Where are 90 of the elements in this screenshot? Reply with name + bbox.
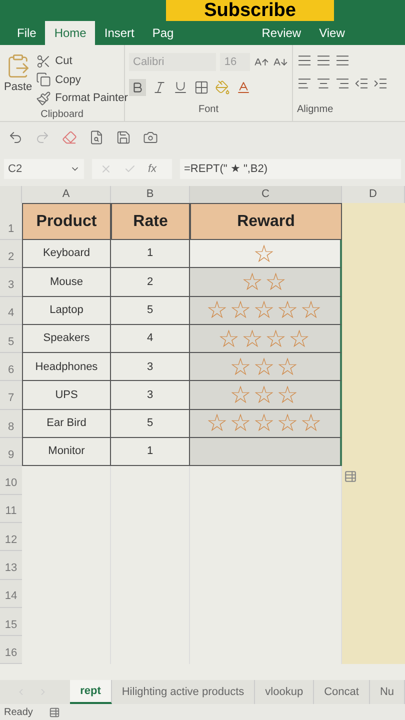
bold-icon bbox=[131, 81, 144, 94]
group-label: Font bbox=[197, 103, 220, 117]
table-cell: Mouse bbox=[22, 268, 111, 297]
row-header[interactable]: 1 bbox=[0, 203, 22, 240]
align-right-icon[interactable] bbox=[335, 76, 350, 91]
copy-button[interactable]: Copy bbox=[55, 72, 81, 88]
sheet-tab[interactable]: Nu bbox=[370, 680, 405, 704]
scissors-icon[interactable] bbox=[36, 54, 52, 69]
header-cell: Product bbox=[22, 203, 111, 240]
row-header[interactable]: 14 bbox=[0, 580, 22, 608]
header-cell: Reward bbox=[190, 203, 342, 240]
header-cell: Rate bbox=[111, 203, 190, 240]
group-label: Alignme bbox=[297, 103, 334, 117]
reward-cell: ☆☆☆☆ bbox=[190, 324, 342, 354]
column-header[interactable]: B bbox=[111, 186, 190, 203]
align-middle-icon[interactable] bbox=[316, 53, 331, 68]
undo-icon[interactable] bbox=[8, 130, 23, 144]
row-header[interactable]: 13 bbox=[0, 551, 22, 580]
sheet-tab[interactable]: Concat bbox=[314, 680, 370, 704]
outdent-icon[interactable] bbox=[354, 76, 369, 91]
table-cell: Monitor bbox=[22, 438, 111, 466]
ribbon-tab[interactable]: File bbox=[8, 21, 46, 45]
reward-cell: ☆☆☆ bbox=[190, 381, 342, 410]
row-header[interactable]: 7 bbox=[0, 381, 22, 410]
sheet-tab[interactable]: vlookup bbox=[255, 680, 314, 704]
macro-icon[interactable] bbox=[48, 706, 60, 718]
row-header[interactable]: 16 bbox=[0, 636, 22, 664]
reward-cell: ☆☆☆ bbox=[190, 353, 342, 382]
column-header[interactable]: A bbox=[22, 186, 111, 203]
table-cell: Keyboard bbox=[22, 240, 111, 268]
underline-icon[interactable] bbox=[173, 80, 188, 95]
reward-cell: ☆☆☆☆☆ bbox=[190, 410, 342, 438]
font-name-field[interactable]: Calibri bbox=[129, 53, 216, 71]
sheet-tab[interactable]: rept bbox=[70, 680, 112, 704]
cut-button[interactable]: Cut bbox=[55, 53, 72, 70]
save-icon[interactable] bbox=[116, 130, 131, 144]
subscribe-banner[interactable]: Subscribe bbox=[166, 0, 334, 21]
table-cell: Laptop bbox=[22, 296, 111, 325]
shaded-cell bbox=[342, 636, 405, 664]
fill-color-icon[interactable] bbox=[215, 80, 230, 95]
sheet-tab[interactable]: Hilighting active products bbox=[112, 680, 256, 704]
align-left-icon[interactable] bbox=[297, 76, 312, 91]
font-size-field[interactable]: 16 bbox=[220, 53, 250, 71]
row-header[interactable]: 10 bbox=[0, 466, 22, 495]
table-cell: Speakers bbox=[22, 324, 111, 354]
italic-icon[interactable] bbox=[152, 80, 167, 95]
row-header[interactable]: 9 bbox=[0, 438, 22, 466]
shaded-cell bbox=[342, 203, 405, 240]
ribbon-tab[interactable]: Pag bbox=[143, 21, 183, 45]
column-header[interactable]: D bbox=[342, 186, 405, 203]
row-header[interactable]: 11 bbox=[0, 494, 22, 523]
paintbrush-icon[interactable] bbox=[36, 90, 52, 106]
column-header[interactable]: C bbox=[190, 186, 342, 203]
eraser-icon[interactable] bbox=[62, 130, 77, 144]
row-header[interactable]: 3 bbox=[0, 268, 22, 297]
reward-cell: ☆☆ bbox=[190, 268, 342, 297]
row-header[interactable]: 5 bbox=[0, 324, 22, 354]
ribbon-tab[interactable]: Home bbox=[45, 21, 96, 45]
formula-field[interactable]: =REPT(" ★ ",B2) bbox=[180, 159, 401, 179]
row-header[interactable]: 12 bbox=[0, 522, 22, 552]
indent-icon[interactable] bbox=[373, 76, 388, 91]
row-header[interactable]: 4 bbox=[0, 296, 22, 325]
function-button[interactable]: fx bbox=[148, 160, 157, 178]
align-center-icon[interactable] bbox=[316, 76, 331, 91]
table-cell: Headphones bbox=[22, 353, 111, 382]
ribbon-tab[interactable]: View bbox=[310, 21, 354, 45]
ribbon-tab[interactable]: Insert bbox=[95, 21, 144, 45]
borders-icon[interactable] bbox=[194, 80, 209, 95]
ribbon-tab[interactable]: Review bbox=[252, 21, 310, 45]
align-top-icon[interactable] bbox=[297, 53, 312, 68]
status-text: Ready bbox=[4, 706, 33, 720]
bold-button[interactable] bbox=[129, 79, 146, 96]
paste-button[interactable]: Paste bbox=[4, 79, 32, 96]
reward-cell: ☆☆☆☆☆ bbox=[190, 296, 342, 325]
copy-icon[interactable] bbox=[36, 72, 52, 88]
reward-cell: ☆ bbox=[190, 240, 342, 268]
row-header[interactable]: 2 bbox=[0, 240, 22, 268]
format-painter-button[interactable]: Format Painter bbox=[55, 90, 128, 106]
row-header[interactable]: 8 bbox=[0, 410, 22, 438]
row-header[interactable]: 15 bbox=[0, 608, 22, 636]
table-cell: UPS bbox=[22, 381, 111, 410]
print-preview-icon[interactable] bbox=[89, 130, 104, 144]
group-label: Clipboard bbox=[40, 108, 84, 122]
quick-analysis-icon[interactable] bbox=[344, 470, 357, 483]
table-cell: Ear Bird bbox=[22, 410, 111, 438]
font-color-icon[interactable] bbox=[236, 80, 251, 95]
name-box[interactable]: C2 bbox=[4, 159, 84, 179]
camera-icon[interactable] bbox=[143, 130, 158, 144]
align-bottom-icon[interactable] bbox=[335, 53, 350, 68]
row-header[interactable]: 6 bbox=[0, 353, 22, 382]
